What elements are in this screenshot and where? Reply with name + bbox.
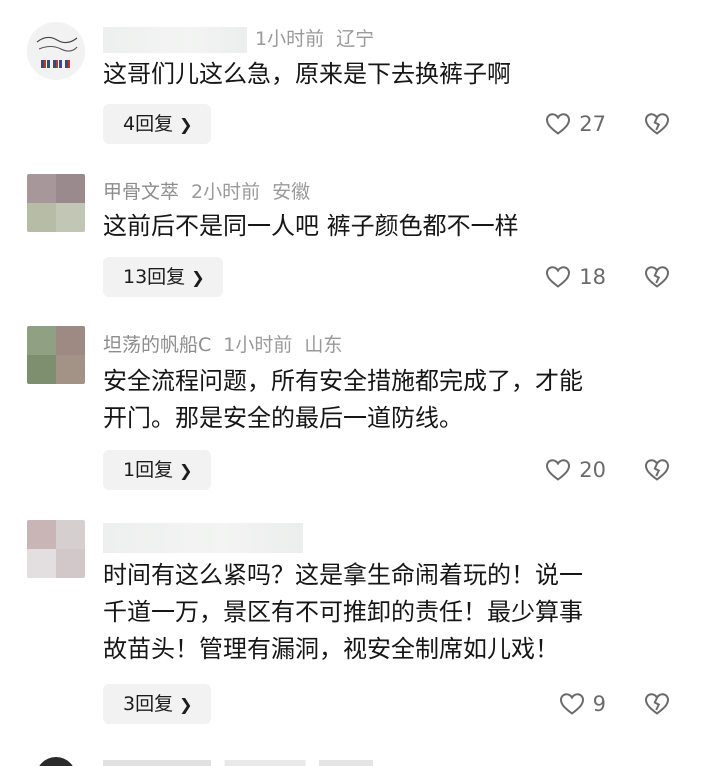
view-replies-button[interactable]: 4回复 ❯	[103, 104, 211, 144]
dislike-button[interactable]	[644, 450, 670, 490]
chevron-right-icon: ❯	[179, 115, 193, 134]
comment-line: 安全流程问题，所有安全措施都完成了，才能	[103, 367, 583, 395]
like-button[interactable]: 9	[559, 684, 606, 724]
like-button[interactable]: 27	[545, 104, 606, 144]
comment-meta	[103, 520, 311, 554]
comment-text: 这前后不是同一人吧 裤子颜色都不一样	[103, 208, 519, 245]
comment-text: 安全流程问题，所有安全措施都完成了，才能 开门。那是安全的最后一道防线。	[103, 363, 583, 437]
comment-meta: 甲骨文萃 2小时前 安徽	[103, 175, 310, 209]
like-count: 20	[579, 458, 606, 482]
next-comment-partial	[0, 748, 706, 766]
avatar[interactable]	[36, 757, 76, 766]
comment-time: 2小时前	[191, 181, 261, 203]
comment-meta: 1小时前 辽宁	[103, 22, 374, 56]
username[interactable]: 坦荡的帆船C	[103, 334, 211, 356]
comment-line: 千道一万，景区有不可推卸的责任！最少算事	[103, 598, 583, 626]
heart-outline-icon	[546, 459, 571, 481]
username-redacted[interactable]	[103, 26, 247, 53]
view-replies-button[interactable]: 1回复 ❯	[103, 450, 211, 490]
view-replies-button[interactable]: 13回复 ❯	[103, 257, 223, 297]
chevron-right-icon: ❯	[179, 461, 193, 480]
dislike-button[interactable]	[644, 684, 670, 724]
avatar-image	[27, 22, 85, 80]
dislike-button[interactable]	[644, 104, 670, 144]
like-button[interactable]: 18	[545, 257, 606, 297]
comment-location: 辽宁	[336, 28, 375, 50]
comment-time: 1小时前	[255, 28, 325, 50]
like-button[interactable]: 20	[545, 450, 606, 490]
view-replies-button[interactable]: 3回复 ❯	[103, 684, 211, 724]
username-redacted[interactable]	[103, 522, 303, 553]
reply-count: 3回复	[123, 693, 174, 715]
comment-line: 时间有这么紧吗？这是拿生命闹着玩的！说一	[103, 561, 583, 589]
comment-line: 这前后不是同一人吧 裤子颜色都不一样	[103, 212, 519, 240]
heart-outline-icon	[546, 113, 571, 135]
username[interactable]: 甲骨文萃	[103, 181, 179, 203]
comment-text: 这哥们儿这么急，原来是下去换裤子啊	[103, 56, 511, 93]
comment-line: 这哥们儿这么急，原来是下去换裤子啊	[103, 60, 511, 88]
comment-text: 时间有这么紧吗？这是拿生命闹着玩的！说一 千道一万，景区有不可推卸的责任！最少算…	[103, 557, 583, 668]
reply-count: 4回复	[123, 113, 174, 135]
broken-heart-icon	[644, 693, 670, 715]
broken-heart-icon	[644, 113, 670, 135]
heart-outline-icon	[559, 693, 584, 715]
avatar[interactable]	[27, 326, 85, 384]
comment-time: 1小时前	[223, 334, 293, 356]
comment-meta-cutoff	[103, 760, 373, 766]
heart-outline-icon	[546, 266, 571, 288]
broken-heart-icon	[644, 266, 670, 288]
comment-meta: 坦荡的帆船C 1小时前 山东	[103, 328, 342, 362]
reply-count: 1回复	[123, 459, 174, 481]
like-count: 18	[579, 265, 606, 289]
dislike-button[interactable]	[644, 257, 670, 297]
avatar[interactable]	[27, 520, 85, 578]
like-count: 27	[579, 112, 606, 136]
comment-location: 山东	[304, 334, 343, 356]
broken-heart-icon	[644, 459, 670, 481]
avatar[interactable]	[27, 174, 85, 232]
comment-location: 安徽	[272, 181, 311, 203]
comment-line: 开门。那是安全的最后一道防线。	[103, 404, 463, 432]
comment-line: 故苗头！管理有漏洞，视安全制席如儿戏！	[103, 635, 559, 663]
reply-count: 13回复	[123, 266, 186, 288]
like-count: 9	[592, 692, 606, 716]
chevron-right-icon: ❯	[191, 268, 205, 287]
chevron-right-icon: ❯	[179, 695, 193, 714]
avatar[interactable]	[27, 22, 85, 80]
